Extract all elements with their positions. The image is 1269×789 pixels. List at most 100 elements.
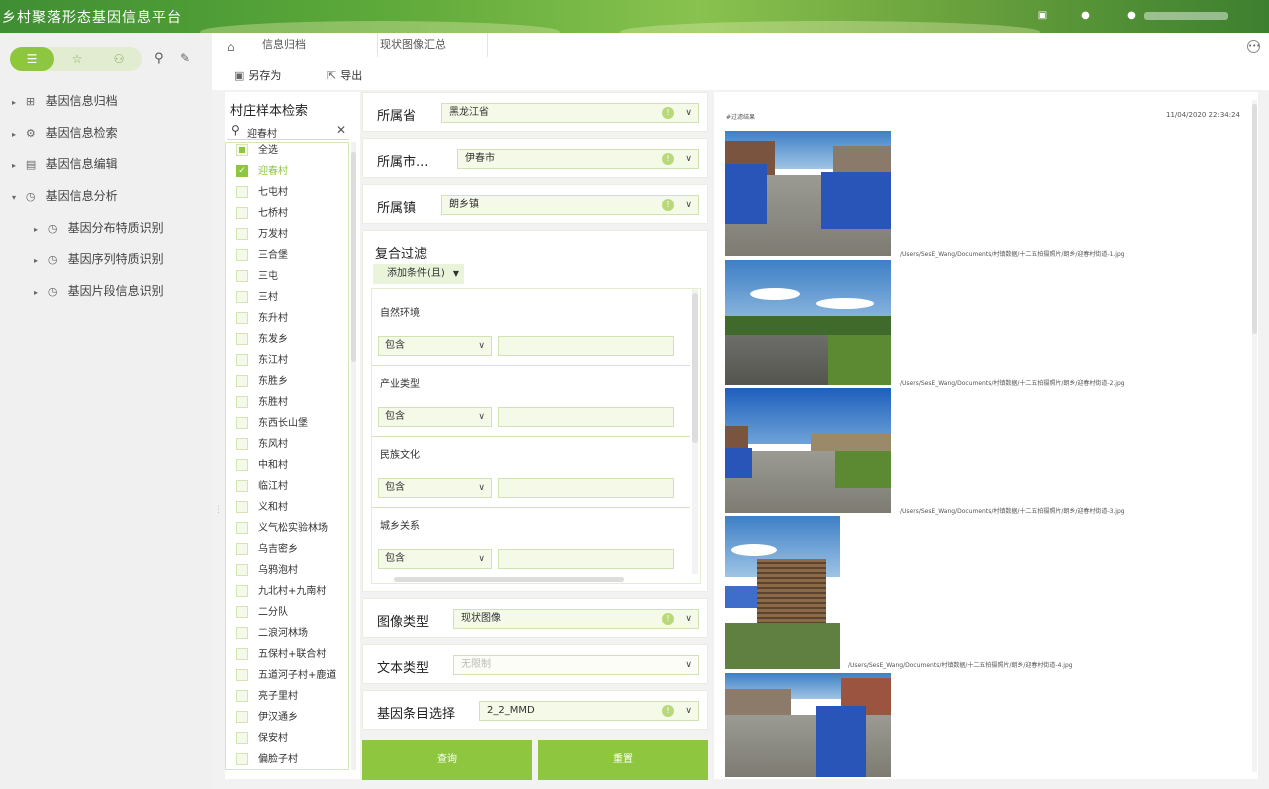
village-list-item[interactable]: 保安村	[236, 731, 288, 751]
text-type-select[interactable]: 无限制 ∨	[453, 655, 699, 675]
condition-operator-select[interactable]: 包含 ∨	[378, 549, 492, 569]
checkbox[interactable]	[236, 354, 248, 366]
village-list-item[interactable]: 东升村	[236, 311, 288, 331]
result-photo[interactable]	[725, 131, 891, 256]
tab-info-archive[interactable]: 信息归档	[260, 33, 378, 57]
checkbox[interactable]	[236, 564, 248, 576]
village-list-item[interactable]: 三屯	[236, 269, 278, 289]
village-list-item[interactable]: 东发乡	[236, 332, 288, 352]
save-as-button[interactable]: ▣ 另存为	[234, 67, 281, 83]
checkbox[interactable]	[236, 228, 248, 240]
sidebar-item-archive[interactable]: ▸ ⊞ 基因信息归档	[12, 91, 118, 111]
village-list-scrollbar-thumb[interactable]	[351, 152, 356, 362]
village-list-item[interactable]: 东江村	[236, 353, 288, 373]
checkbox[interactable]	[236, 627, 248, 639]
checkbox[interactable]	[236, 669, 248, 681]
checkbox[interactable]	[236, 396, 248, 408]
village-list-item[interactable]: 五道河子村+鹿道	[236, 668, 336, 688]
checkbox[interactable]	[236, 438, 248, 450]
condition-operator-select[interactable]: 包含 ∨	[378, 407, 492, 427]
checkbox[interactable]	[236, 459, 248, 471]
checkbox[interactable]	[236, 291, 248, 303]
village-list-item[interactable]: 义和村	[236, 500, 288, 520]
reset-button[interactable]: 重置	[538, 740, 708, 780]
checkbox[interactable]	[236, 270, 248, 282]
sidebar-item-search[interactable]: ▸ ⚙ 基因信息检索	[12, 123, 118, 143]
town-select[interactable]: 朗乡镇 ! ∨	[441, 195, 699, 215]
sidebar-item-sequence[interactable]: ▸ ◷ 基因序列特质识别	[34, 249, 164, 269]
village-list-item[interactable]: 义气松实验林场	[236, 521, 328, 541]
sidebar-item-analysis[interactable]: ▾ ◷ 基因信息分析	[12, 186, 118, 206]
result-photo[interactable]	[725, 673, 891, 777]
sidebar-item-distribution[interactable]: ▸ ◷ 基因分布特质识别	[34, 218, 164, 238]
checkbox[interactable]	[236, 606, 248, 618]
search-icon[interactable]: ⚲	[154, 51, 164, 66]
result-photo[interactable]	[725, 516, 840, 669]
village-list-item[interactable]: ✓ 迎春村	[236, 164, 288, 184]
village-list-item[interactable]: 乌吉密乡	[236, 542, 298, 562]
clear-icon[interactable]: ✕	[336, 123, 346, 137]
checkbox[interactable]	[236, 480, 248, 492]
checkbox[interactable]	[236, 417, 248, 429]
village-list-item[interactable]: 偏脸子村	[236, 752, 298, 769]
village-list-item[interactable]: 二分队	[236, 605, 288, 625]
export-button[interactable]: ⇱ 导出	[327, 67, 362, 83]
checkbox[interactable]	[236, 522, 248, 534]
checkbox[interactable]	[236, 249, 248, 261]
add-condition-button[interactable]: 添加条件(且) ▼	[373, 264, 464, 284]
bell-icon[interactable]: ●	[1080, 10, 1091, 21]
checkbox-checked[interactable]: ✓	[236, 165, 248, 177]
checkbox[interactable]	[236, 543, 248, 555]
city-select[interactable]: 伊春市 ! ∨	[457, 149, 699, 169]
star-icon[interactable]: ☆	[62, 47, 92, 71]
checkbox[interactable]	[236, 648, 248, 660]
checkbox[interactable]	[236, 690, 248, 702]
checkbox[interactable]	[236, 312, 248, 324]
checkbox[interactable]	[236, 732, 248, 744]
village-list-item[interactable]: 亮子里村	[236, 689, 298, 709]
tab-image-summary[interactable]: 现状图像汇总	[378, 33, 488, 57]
checkbox[interactable]	[236, 186, 248, 198]
splitter-handle[interactable]: ⋮	[214, 505, 223, 519]
share-icon[interactable]: ⚇	[104, 47, 134, 71]
query-button[interactable]: 查询	[362, 740, 532, 780]
checkbox[interactable]	[236, 753, 248, 765]
sidebar-item-fragment[interactable]: ▸ ◷ 基因片段信息识别	[34, 281, 164, 301]
village-list-item[interactable]: 七桥村	[236, 206, 288, 226]
condition-value-input[interactable]	[498, 407, 674, 427]
village-list-item[interactable]: 九北村+九南村	[236, 584, 326, 604]
checkbox[interactable]	[236, 711, 248, 723]
village-list-item[interactable]: 东西长山堡	[236, 416, 308, 436]
village-list-item[interactable]: 二浪河林场	[236, 626, 308, 646]
condition-operator-select[interactable]: 包含 ∨	[378, 336, 492, 356]
condition-operator-select[interactable]: 包含 ∨	[378, 478, 492, 498]
user-icon[interactable]: ●	[1126, 10, 1137, 21]
checkbox[interactable]	[236, 207, 248, 219]
village-list-item[interactable]: 东胜乡	[236, 374, 288, 394]
list-icon[interactable]: ☰	[10, 47, 54, 71]
village-list-item[interactable]: 五保村+联合村	[236, 647, 326, 667]
checkbox-partial[interactable]	[236, 144, 248, 156]
pin-icon[interactable]: ✎	[180, 51, 190, 65]
checkbox[interactable]	[236, 585, 248, 597]
gene-select[interactable]: 2_2_MMD ! ∨	[479, 701, 699, 721]
village-list-item[interactable]: 东胜村	[236, 395, 288, 415]
checkbox[interactable]	[236, 375, 248, 387]
more-icon[interactable]: •••	[1247, 40, 1260, 53]
home-icon[interactable]: ⌂	[227, 40, 235, 54]
village-list-item[interactable]: 三合堡	[236, 248, 288, 268]
condition-list-hscrollbar-thumb[interactable]	[394, 577, 624, 582]
village-list-item[interactable]: 三村	[236, 290, 278, 310]
user-name-blurred[interactable]	[1144, 12, 1228, 20]
checkbox[interactable]	[236, 501, 248, 513]
sidebar-item-edit[interactable]: ▸ ▤ 基因信息编辑	[12, 154, 118, 174]
condition-value-input[interactable]	[498, 478, 674, 498]
province-select[interactable]: 黑龙江省 ! ∨	[441, 103, 699, 123]
village-select-all[interactable]: 全选	[236, 143, 278, 163]
village-list-item[interactable]: 中和村	[236, 458, 288, 478]
condition-value-input[interactable]	[498, 549, 674, 569]
condition-list-vscrollbar-thumb[interactable]	[692, 293, 698, 443]
village-list-item[interactable]: 东风村	[236, 437, 288, 457]
results-scrollbar-thumb[interactable]	[1252, 104, 1257, 334]
checkbox[interactable]	[236, 333, 248, 345]
